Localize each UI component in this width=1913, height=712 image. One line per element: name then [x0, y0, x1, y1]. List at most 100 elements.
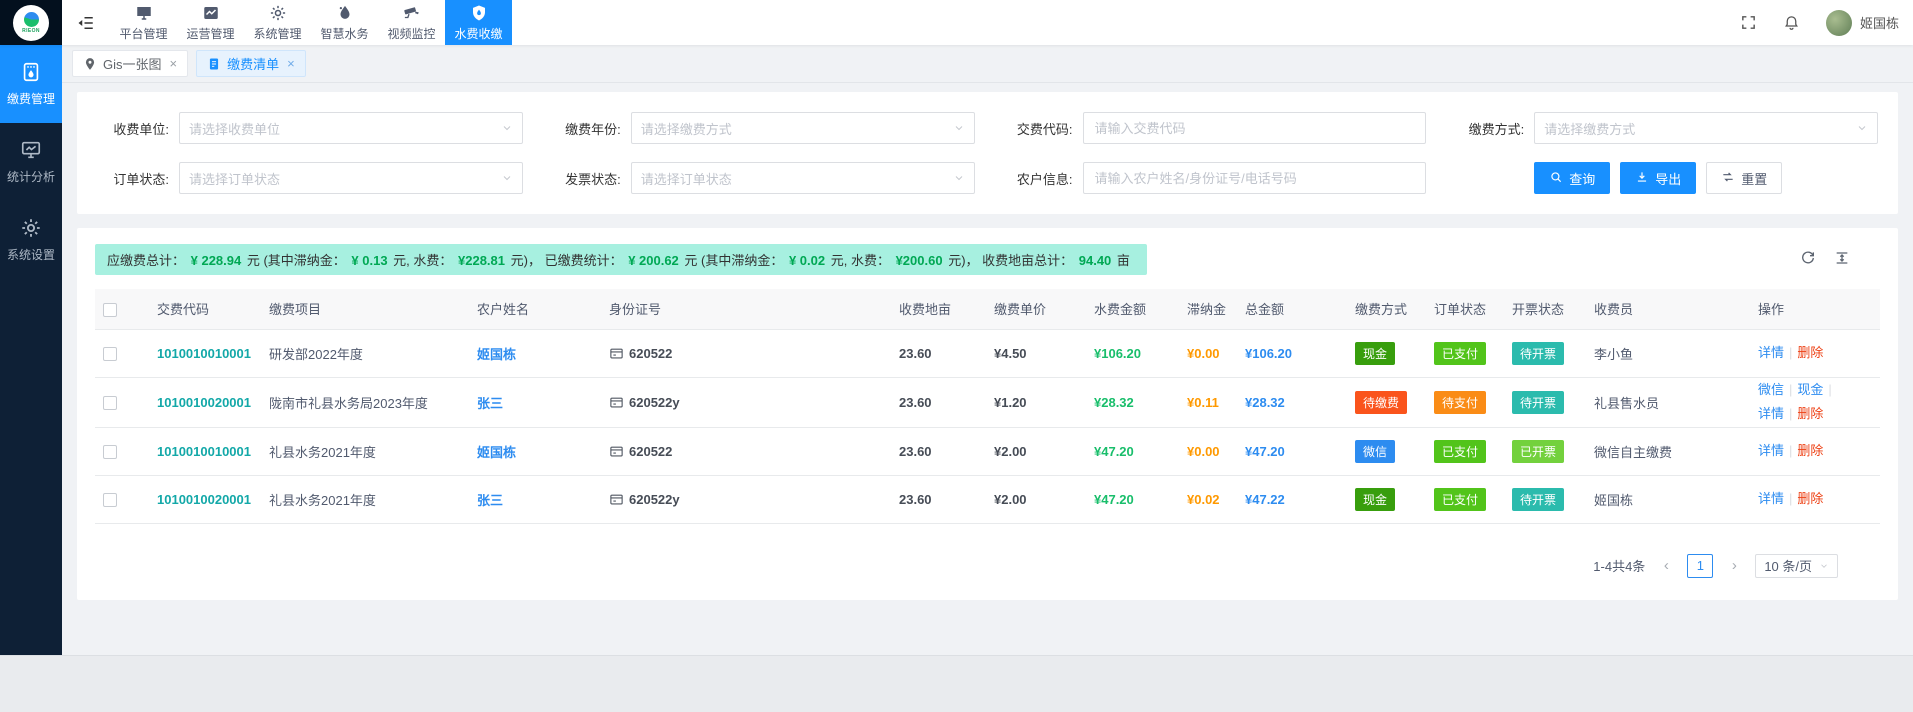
cell-farmer: 姬国栋 [469, 329, 601, 377]
project-name: 研发部2022年度 [269, 347, 363, 362]
delete-action-link[interactable]: 删除 [1797, 406, 1823, 421]
nav-item-smart-water[interactable]: 智慧水务 [311, 0, 378, 45]
refresh-icon[interactable] [1800, 250, 1816, 266]
tab-gis[interactable]: Gis一张图× [72, 50, 188, 77]
filter-pay-code-input[interactable] [1093, 120, 1417, 137]
pay-code-link[interactable]: 1010010020001 [157, 492, 251, 507]
cell-farmer: 张三 [469, 475, 601, 523]
table-row: 1010010010001研发部2022年度姬国栋62052223.60¥4.5… [95, 329, 1880, 377]
column-header-id_card: 身份证号 [601, 289, 891, 329]
op-action-link[interactable]: 详情 [1758, 406, 1784, 421]
id-card-value: 620522y [609, 492, 883, 507]
farmer-name-link[interactable]: 张三 [477, 396, 503, 411]
nav-item-video[interactable]: 视频监控 [378, 0, 445, 45]
sidebar-item-settings[interactable]: 系统设置 [0, 201, 62, 279]
water-amount-value: ¥106.20 [1094, 346, 1141, 361]
filter-farmer-info-input[interactable] [1093, 170, 1417, 187]
table-header-row: 交费代码缴费项目农户姓名身份证号收费地亩缴费单价水费金额滞纳金总金额缴费方式订单… [95, 289, 1880, 329]
user-menu[interactable]: 姬国栋 [1826, 10, 1899, 36]
page-size-select[interactable]: 10 条/页 [1755, 554, 1838, 578]
filter-unit-select[interactable]: 请选择收费单位 [179, 112, 523, 144]
op-separator: | [1789, 491, 1792, 506]
cell-area: 23.60 [891, 329, 986, 377]
filter-invoice-status-select[interactable]: 请选择订单状态 [631, 162, 975, 194]
late-fee-value: ¥0.02 [1187, 492, 1220, 507]
late-fee-value: ¥0.00 [1187, 444, 1220, 459]
area-value: 23.60 [899, 492, 932, 507]
close-icon[interactable]: × [170, 56, 178, 71]
search-button-label: 查询 [1569, 169, 1595, 188]
tab-billing-list[interactable]: 缴费清单× [196, 50, 306, 77]
billing-table: 交费代码缴费项目农户姓名身份证号收费地亩缴费单价水费金额滞纳金总金额缴费方式订单… [95, 289, 1880, 524]
op-action-link[interactable]: 详情 [1758, 443, 1784, 458]
select-all-checkbox[interactable] [103, 303, 117, 317]
close-icon[interactable]: × [287, 56, 295, 71]
project-name: 礼县水务2021年度 [269, 493, 376, 508]
op-action-link[interactable]: 详情 [1758, 491, 1784, 506]
unit-price-value: ¥1.20 [994, 395, 1027, 410]
cell-payment-method: 现金 [1347, 329, 1426, 377]
nav-item-label: 系统管理 [253, 25, 301, 42]
pay-code-link[interactable]: 1010010020001 [157, 395, 251, 410]
reset-button[interactable]: 重置 [1706, 162, 1782, 194]
row-checkbox[interactable] [103, 347, 117, 361]
column-header-collector: 收费员 [1586, 289, 1750, 329]
summary-label: 元)， 收费地亩总计： [945, 253, 1077, 268]
farmer-name-link[interactable]: 姬国栋 [477, 445, 516, 460]
water-amount-value: ¥47.20 [1094, 444, 1134, 459]
farmer-name-link[interactable]: 张三 [477, 493, 503, 508]
filter-buttons: 查询 导出 重置 [1452, 162, 1878, 194]
nav-item-system[interactable]: 系统管理 [244, 0, 311, 45]
nav-item-operation[interactable]: 运营管理 [177, 0, 244, 45]
sidebar-item-billing[interactable]: 缴费管理 [0, 45, 62, 123]
cell-late-fee: ¥0.11 [1179, 377, 1237, 427]
density-icon[interactable] [1834, 250, 1850, 266]
area-value: 23.60 [899, 346, 932, 361]
cell-area: 23.60 [891, 427, 986, 475]
logo-swirl-icon [24, 12, 39, 27]
nav-item-water-fee[interactable]: 水费收缴 [445, 0, 512, 45]
column-header-payment_method: 缴费方式 [1347, 289, 1426, 329]
menu-fold-icon[interactable] [62, 0, 110, 45]
filter-pay-method-select[interactable]: 请选择缴费方式 [1534, 112, 1878, 144]
cell-total: ¥47.20 [1237, 427, 1347, 475]
cell-collector: 礼县售水员 [1586, 377, 1750, 427]
summary-value: ¥ 200.62 [626, 253, 681, 268]
sidebar-item-stats[interactable]: 统计分析 [0, 123, 62, 201]
nav-item-label: 水费收缴 [454, 25, 502, 42]
op-separator: | [1789, 406, 1792, 421]
pay-code-link[interactable]: 1010010010001 [157, 444, 251, 459]
bell-icon[interactable] [1783, 14, 1800, 31]
row-checkbox[interactable] [103, 396, 117, 410]
filter-order-status-select[interactable]: 请选择订单状态 [179, 162, 523, 194]
export-button[interactable]: 导出 [1620, 162, 1696, 194]
summary-label: 元)， 已缴费统计： [507, 253, 626, 268]
pagination-page-1[interactable]: 1 [1687, 554, 1713, 578]
delete-action-link[interactable]: 删除 [1797, 491, 1823, 506]
filter-label: 订单状态: [97, 169, 169, 188]
search-button[interactable]: 查询 [1534, 162, 1610, 194]
row-checkbox[interactable] [103, 493, 117, 507]
cell-payment-method: 微信 [1347, 427, 1426, 475]
invoice-status-badge: 待开票 [1512, 488, 1564, 511]
op-action-link[interactable]: 微信 [1758, 382, 1784, 397]
pagination-prev-button[interactable]: ‹ [1654, 554, 1678, 578]
filter-order-status: 订单状态: 请选择订单状态 [97, 162, 523, 194]
delete-action-link[interactable]: 删除 [1797, 345, 1823, 360]
filter-year-select[interactable]: 请选择缴费方式 [631, 112, 975, 144]
nav-item-platform[interactable]: 平台管理 [110, 0, 177, 45]
column-header-water_amount: 水费金额 [1086, 289, 1179, 329]
sidebar-item-label: 系统设置 [7, 246, 55, 263]
pagination-next-button[interactable]: › [1722, 554, 1746, 578]
op-action-link[interactable]: 详情 [1758, 345, 1784, 360]
pay-code-link[interactable]: 1010010010001 [157, 346, 251, 361]
farmer-name-link[interactable]: 姬国栋 [477, 347, 516, 362]
project-name: 陇南市礼县水务局2023年度 [269, 396, 428, 411]
cell-unit-price: ¥2.00 [986, 475, 1086, 523]
cell-project: 礼县水务2021年度 [261, 475, 469, 523]
row-checkbox[interactable] [103, 445, 117, 459]
delete-action-link[interactable]: 删除 [1797, 443, 1823, 458]
op-action-link[interactable]: 现金 [1797, 382, 1823, 397]
cell-select [95, 475, 149, 523]
fullscreen-icon[interactable] [1740, 14, 1757, 31]
